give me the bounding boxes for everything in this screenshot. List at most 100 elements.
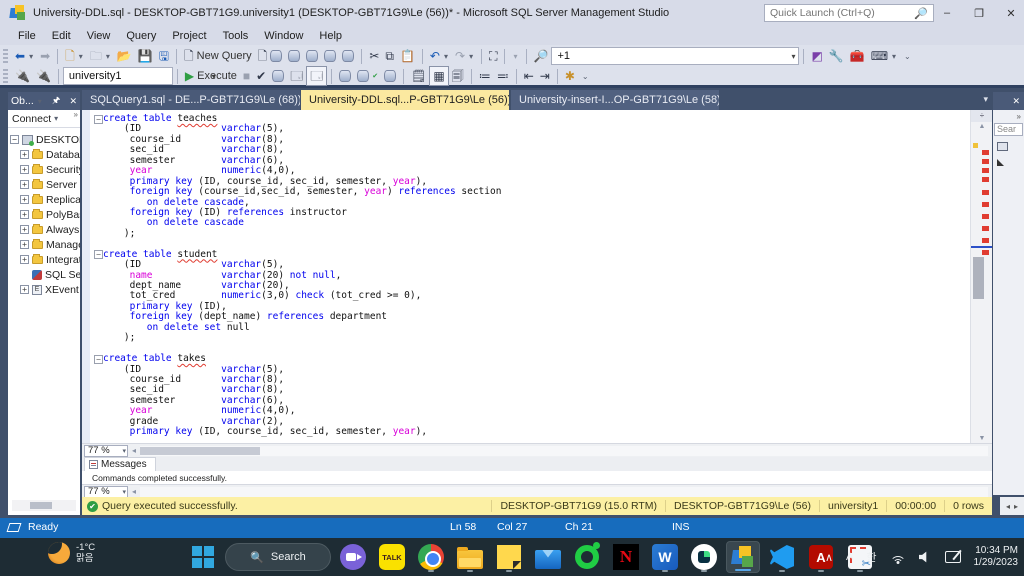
copy-button[interactable]: ⧉ (382, 46, 397, 66)
tray-ime-latin[interactable]: A (846, 551, 853, 563)
start-button[interactable] (186, 541, 220, 573)
panel-nav-arrows[interactable]: ◂▸ (1000, 497, 1024, 515)
editor-vscrollbar[interactable]: ÷ ▲ ▼ (970, 110, 992, 443)
tab-messages[interactable]: Messages (84, 457, 156, 471)
taskbar-app-mail[interactable] (531, 541, 565, 573)
menu-window[interactable]: Window (256, 28, 311, 44)
window-icon[interactable] (997, 142, 1008, 151)
decrease-indent-button[interactable]: ⇤ (521, 66, 537, 86)
scroll-left-arrow[interactable]: ◂ (128, 446, 140, 455)
taskbar-app-line[interactable] (570, 541, 604, 573)
paste-button[interactable]: 📋 (397, 46, 418, 66)
scroll-down-arrow[interactable]: ▼ (971, 435, 992, 442)
restore-button[interactable]: ❐ (972, 7, 986, 20)
sql-editor[interactable]: −create table teaches (ID varchar(5), co… (82, 110, 992, 443)
tree-node-server[interactable]: −DESKTOP- (8, 132, 80, 147)
wrench-icon[interactable]: 🔧 (826, 46, 847, 66)
expand-icon[interactable]: + (20, 255, 29, 264)
overflow-chevron-icon[interactable]: » (993, 110, 1024, 121)
taskbar-app-ssms-active[interactable] (726, 541, 760, 573)
menu-query[interactable]: Query (118, 28, 164, 44)
expand-icon[interactable]: + (20, 240, 29, 249)
tree-node-databases[interactable]: +Databas (8, 147, 80, 162)
weather-widget[interactable]: -1°C 맑음 (48, 542, 95, 564)
tab-university-insert[interactable]: University-insert-I...OP-GBT71G9\Le (58)… (511, 90, 719, 110)
execute-button[interactable]: ▶Execute (182, 66, 240, 86)
overflow-chevron-icon[interactable]: » (74, 110, 78, 119)
new-project-button[interactable]: 🗋▾ (62, 46, 87, 66)
code-line[interactable]: on delete set null (90, 323, 968, 333)
taskbar-app-explorer[interactable] (453, 541, 487, 573)
toolbox-icon[interactable]: 🧰 (847, 46, 868, 66)
tab-sqlquery1[interactable]: SQLQuery1.sql - DE...P-GBT71G9\Le (68))* (82, 90, 300, 110)
tree-node-always-on[interactable]: +Always ( (8, 222, 80, 237)
menu-file[interactable]: File (10, 28, 44, 44)
expand-icon[interactable]: + (20, 195, 29, 204)
scroll-up-arrow[interactable]: ▲ (971, 123, 992, 130)
quick-launch-input[interactable] (765, 7, 914, 19)
command-window-button[interactable]: ⌨▾ (868, 46, 900, 66)
expand-icon[interactable]: + (20, 285, 29, 294)
intellisense-button[interactable] (336, 66, 354, 86)
find-icon[interactable]: 🔎 (531, 46, 552, 66)
object-explorer-hscrollbar[interactable] (12, 500, 76, 511)
code-line[interactable]: primary key (ID, course_id, sec_id, seme… (90, 427, 968, 437)
code-line[interactable] (90, 344, 968, 354)
expand-icon[interactable]: + (20, 180, 29, 189)
navigate-back-button[interactable]: ⬅▾ (12, 46, 37, 66)
fold-collapse-icon[interactable]: − (94, 250, 103, 259)
tree-node-security[interactable]: +Security (8, 162, 80, 177)
new-query-button[interactable]: 🗋New Query (181, 46, 255, 66)
tree-node-polybase[interactable]: +PolyBase (8, 207, 80, 222)
find-combo[interactable]: ▾ (551, 47, 799, 65)
taskbar-app-word[interactable]: W (648, 541, 682, 573)
editor-hscrollbar[interactable] (140, 446, 988, 456)
right-panel-search-input[interactable]: Sear (994, 123, 1023, 136)
search-icon[interactable]: 🔎 (914, 7, 928, 20)
object-explorer-header[interactable]: Ob... ▾ 🖈 ✕ (8, 92, 80, 110)
scrollbar-thumb[interactable] (973, 257, 984, 299)
wifi-icon[interactable] (890, 551, 906, 564)
change-connection-icon[interactable]: 🔌 (33, 66, 54, 86)
menu-edit[interactable]: Edit (44, 28, 79, 44)
messages-hscrollbar[interactable] (140, 487, 988, 497)
close-button[interactable]: ✕ (1004, 7, 1018, 20)
taskbar-app-kakaotalk[interactable]: TALK (375, 541, 409, 573)
specify-values-button[interactable]: ✱ (562, 66, 578, 86)
increase-indent-button[interactable]: ⇥ (537, 66, 553, 86)
navigate-forward-button[interactable]: ➡ (37, 46, 53, 66)
new-mds-query-button[interactable]: 🗋 (255, 46, 286, 66)
redo-button[interactable]: ↷▾ (452, 46, 477, 66)
right-panel-header[interactable]: ✕ (993, 92, 1024, 110)
tree-node-server-objects[interactable]: +Server O (8, 177, 80, 192)
expand-icon[interactable]: + (20, 165, 29, 174)
editor-zoom-combo[interactable]: 77 %▾ (84, 445, 128, 457)
results-to-grid-button[interactable]: ▦ (429, 66, 448, 86)
uncomment-button[interactable]: ≕ (494, 66, 512, 86)
results-to-file-button[interactable]: 🗐 (449, 66, 467, 86)
taskbar-app-mcircle[interactable] (687, 541, 721, 573)
connect-icon[interactable]: 🔌 (12, 66, 33, 86)
splitter-handle-icon[interactable]: ÷ (971, 110, 992, 122)
menu-help[interactable]: Help (311, 28, 350, 44)
speaker-icon[interactable] (919, 551, 932, 563)
code-line[interactable]: ); (90, 229, 968, 239)
toolbar-grip[interactable] (3, 49, 8, 63)
menu-tools[interactable]: Tools (215, 28, 257, 44)
minimize-button[interactable]: – (940, 7, 954, 19)
query-options-button[interactable]: 🗔 (287, 66, 306, 86)
code-line[interactable]: on delete cascade (90, 218, 968, 228)
taskbar-app-video[interactable] (336, 541, 370, 573)
quick-launch-box[interactable]: 🔎 (764, 4, 934, 22)
taskbar-search[interactable]: 🔍Search (225, 543, 331, 571)
tab-list-dropdown-icon[interactable]: ▾ (983, 94, 988, 105)
tree-node-replication[interactable]: +Replicati (8, 192, 80, 207)
display-estimated-plan-button[interactable] (269, 66, 287, 86)
messages-zoom-combo[interactable]: 77 %▾ (84, 486, 128, 498)
pen-tablet-icon[interactable] (945, 551, 961, 563)
taskbar-app-vscode[interactable] (765, 541, 799, 573)
fold-collapse-icon[interactable]: − (94, 115, 103, 124)
close-icon[interactable]: ✕ (1012, 96, 1020, 107)
taskbar-app-chrome[interactable] (414, 541, 448, 573)
new-dmx-query-button[interactable] (285, 46, 303, 66)
